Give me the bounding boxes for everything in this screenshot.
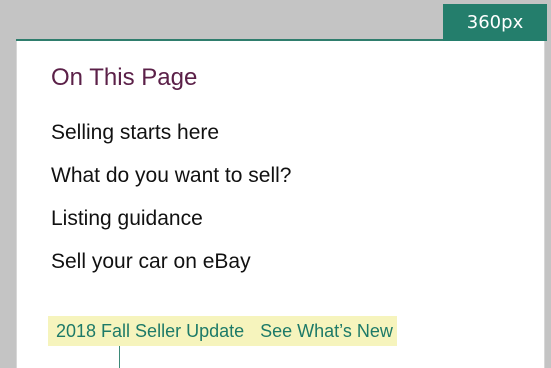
selling-starts-link[interactable]: Selling starts here — [51, 121, 219, 144]
see-whats-new-link[interactable]: See What’s New — [260, 321, 393, 342]
on-this-page-panel: On This Page Selling starts here What do… — [16, 41, 545, 368]
what-to-sell-link[interactable]: What do you want to sell? — [51, 164, 291, 187]
on-this-page-links: Selling starts here What do you want to … — [51, 115, 291, 287]
on-this-page-link-what-to-sell[interactable]: What do you want to sell? — [51, 158, 291, 201]
on-this-page-link-listing-guidance[interactable]: Listing guidance — [51, 201, 291, 244]
listing-guidance-link[interactable]: Listing guidance — [51, 207, 203, 230]
seller-update-banner: 2018 Fall Seller Update See What’s New — [48, 316, 397, 346]
annotation-pointer-line — [119, 346, 120, 368]
on-this-page-link-selling-starts[interactable]: Selling starts here — [51, 115, 291, 158]
viewport-width-badge: 360px — [443, 4, 547, 41]
fall-seller-update-link[interactable]: 2018 Fall Seller Update — [56, 321, 244, 342]
page-section-title: On This Page — [51, 64, 198, 91]
sell-car-link[interactable]: Sell your car on eBay — [51, 250, 251, 273]
on-this-page-link-sell-car[interactable]: Sell your car on eBay — [51, 244, 291, 287]
